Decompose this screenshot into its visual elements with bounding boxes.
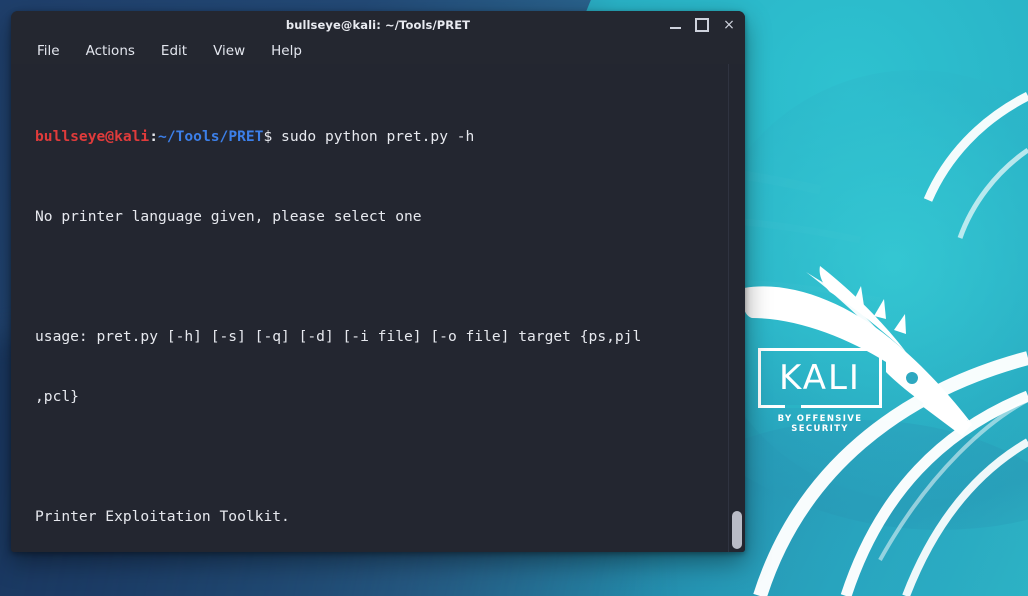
maximize-button[interactable] [695,18,709,32]
menu-bar: File Actions Edit View Help [11,39,745,64]
wallpaper-swooshes-top [923,91,1028,239]
wallpaper-swooshes [753,351,1028,596]
wallpaper-glow-b [700,70,1028,500]
prompt-colon: : [149,128,159,145]
output-line: Printer Exploitation Toolkit. [35,508,290,525]
prompt-dollar: $ [263,128,273,145]
window-title: bullseye@kali: ~/Tools/PRET [285,18,471,32]
terminal-command-line: bullseye@kali:~/Tools/PRET$ sudo python … [35,127,721,147]
window-controls: × [668,11,736,39]
prompt-path: ~/Tools/PRET [158,128,264,145]
terminal-command: sudo python pret.py -h [272,128,475,145]
minimize-icon [669,27,681,29]
close-icon: × [723,17,735,33]
title-bar[interactable]: bullseye@kali: ~/Tools/PRET × [11,11,745,39]
terminal-window[interactable]: bullseye@kali: ~/Tools/PRET × File Actio… [11,11,745,552]
terminal-scrollbar[interactable] [728,64,745,552]
menu-item-edit[interactable]: Edit [161,42,200,61]
menu-item-help[interactable]: Help [271,42,315,61]
kali-logo-subtitle: BY OFFENSIVE SECURITY [777,414,863,434]
kali-logo-word: KALI [779,358,861,398]
output-line: ,pcl} [35,388,79,405]
minimize-button[interactable] [668,18,682,32]
terminal-output: bullseye@kali:~/Tools/PRET$ sudo python … [35,67,721,552]
desktop: KALI BY OFFENSIVE SECURITY bullseye@kali… [0,0,1028,596]
kali-logo-notch [785,405,801,408]
menu-item-actions[interactable]: Actions [86,42,148,61]
close-button[interactable]: × [722,18,736,32]
prompt-user-host: bullseye@kali [35,128,150,145]
output-line: No printer language given, please select… [35,208,422,225]
menu-item-file[interactable]: File [37,42,73,61]
terminal-body[interactable]: bullseye@kali:~/Tools/PRET$ sudo python … [11,64,745,552]
kali-logo: KALI BY OFFENSIVE SECURITY [758,348,882,434]
menu-item-view[interactable]: View [213,42,258,61]
output-line: usage: pret.py [-h] [-s] [-q] [-d] [-i f… [35,328,642,345]
kali-logo-box: KALI [758,348,882,408]
scrollbar-thumb[interactable] [732,511,742,549]
maximize-icon [695,18,709,32]
